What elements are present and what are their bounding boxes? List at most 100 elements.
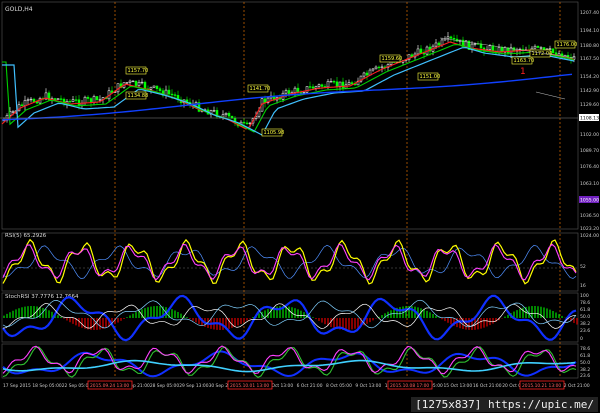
stoch-tick: 50.0 <box>580 314 590 320</box>
time-tick: 22 Oct 21:00 <box>561 383 590 389</box>
candle-body <box>53 98 57 100</box>
candle-body <box>299 92 303 94</box>
candle-body <box>263 98 267 103</box>
candle-body <box>56 98 60 100</box>
price-tick: 1076.40 <box>580 164 599 170</box>
candle-body <box>347 82 351 86</box>
candle-body <box>473 43 477 45</box>
price-label-text: 1159.60 <box>382 56 403 62</box>
candle-body <box>86 96 90 99</box>
stoch-tick: 23.6 <box>580 328 590 334</box>
candle-body <box>74 99 78 101</box>
highlighted-time-text: 2015.10.01 13:00 <box>230 383 269 389</box>
candle-body <box>491 45 495 52</box>
price-label-text: 1134.88 <box>128 93 149 99</box>
rsi-tick: 1024.00 <box>580 233 599 239</box>
price-label: 1163.70 <box>511 56 535 65</box>
candle-body <box>212 110 216 112</box>
trading-chart[interactable]: GOLD,H4 1157.70 1134.88 1141.70 1105.98 1159… <box>0 0 600 413</box>
highlighted-time: 2015.10.08 17:00 <box>387 380 433 390</box>
candle-body <box>371 68 375 71</box>
candle-body <box>59 98 63 100</box>
candle-body <box>536 45 540 48</box>
candle-body <box>488 45 492 50</box>
price-tick: 1142.90 <box>580 88 599 94</box>
price-axis: 1207.40 1194.10 1180.80 1167.50 1154.20 1142.… <box>579 10 599 232</box>
price-tick: 1063.10 <box>580 181 599 187</box>
candle-body <box>116 83 120 93</box>
candle-body <box>551 48 555 53</box>
time-tick: 8 Oct 05:00 <box>326 383 352 389</box>
osc-tick: 50.0 <box>580 360 590 366</box>
candle-body <box>20 104 24 106</box>
price-tick: 1023.20 <box>580 226 599 232</box>
candle-body <box>152 85 156 88</box>
price-label-text: 1151.00 <box>420 74 441 80</box>
candle-body <box>170 93 174 96</box>
time-tick: 9 Oct 13:00 <box>355 383 381 389</box>
price-label: 1105.98 <box>261 128 285 137</box>
candle-body <box>284 90 288 94</box>
candle-body <box>341 81 345 89</box>
price-tick: 1102.00 <box>580 132 599 138</box>
price-label-text: 1176.00 <box>557 42 578 48</box>
price-label: 1159.60 <box>379 54 403 63</box>
candle-body <box>338 81 342 87</box>
price-label: 1157.70 <box>125 66 148 75</box>
highlighted-time: 2015.10.21 13:00 <box>519 380 565 390</box>
highlighted-time: 2015.10.01 13:00 <box>227 380 273 390</box>
time-tick: 29 Sep 13:00 <box>179 383 209 389</box>
candle-body <box>245 122 249 124</box>
price-tick: 1154.20 <box>580 74 599 80</box>
candle-body <box>380 66 384 69</box>
candle-body <box>242 121 246 124</box>
price-tick: 1194.10 <box>580 28 599 34</box>
price-label-text: 1105.98 <box>264 130 285 136</box>
candle-body <box>311 86 315 89</box>
candle-body <box>419 48 423 54</box>
candle-body <box>227 112 231 117</box>
candle-body <box>320 84 324 87</box>
candle-body <box>26 99 30 101</box>
candle-body <box>77 99 81 106</box>
candle-body <box>83 96 87 104</box>
candle-body <box>29 98 33 101</box>
candle-body <box>95 96 99 100</box>
candle-body <box>317 84 321 87</box>
price-label-text: 1163.70 <box>514 58 535 64</box>
candle-body <box>362 72 366 77</box>
price-tick: 1129.60 <box>580 102 599 108</box>
price-tick: 1036.50 <box>580 213 599 219</box>
candle-body <box>533 45 537 49</box>
candle-body <box>11 111 15 113</box>
rsi-tick: 16 <box>580 283 586 289</box>
candle-body <box>131 80 135 83</box>
current-price-label: 1108.13 <box>580 116 599 122</box>
osc-tick: 78.6 <box>580 346 590 352</box>
secondary-marker-label: 1055.00 <box>580 198 599 204</box>
candle-body <box>326 81 330 88</box>
price-label: 1176.00 <box>554 40 578 49</box>
candle-body <box>89 98 93 103</box>
chart-background <box>0 0 600 413</box>
price-label: 1141.70 <box>247 84 270 93</box>
candle-body <box>332 81 336 83</box>
candle-body <box>167 89 171 95</box>
candle-body <box>506 47 510 54</box>
candle-body <box>305 86 309 93</box>
stoch-tick: 38.2 <box>580 321 590 327</box>
candle-body <box>335 81 339 87</box>
price-label: 1172.04 <box>529 49 552 58</box>
candle-body <box>449 36 453 39</box>
price-tick: 1089.70 <box>580 148 599 154</box>
candle-body <box>173 94 177 96</box>
red-marker: 1 <box>520 67 526 77</box>
candle-body <box>302 92 306 94</box>
candle-body <box>137 81 141 86</box>
highlighted-time-text: 2015.10.21 13:00 <box>522 383 561 389</box>
price-tick: 1180.80 <box>580 43 599 49</box>
candle-body <box>374 66 378 70</box>
candle-body <box>314 86 318 89</box>
candle-body <box>224 112 228 115</box>
candle-body <box>293 87 297 93</box>
